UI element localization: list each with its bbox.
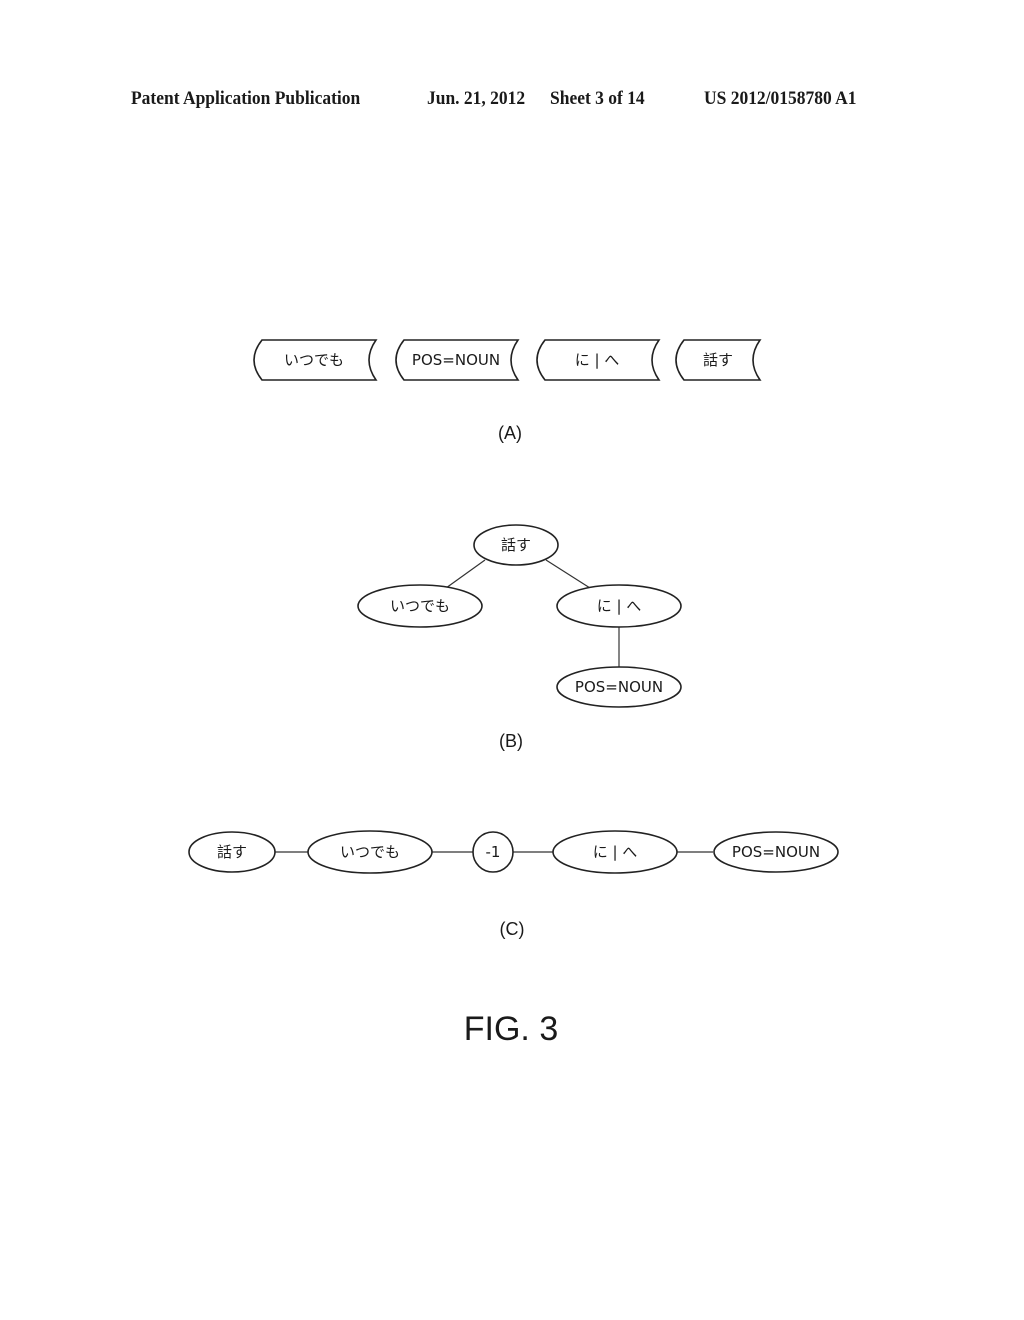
panel-c-label: (C) [500, 919, 525, 939]
tree-node-grandchild: POS=NOUN [556, 666, 682, 708]
node-label: POS=NOUN [732, 843, 820, 861]
chain-node-4: に | へ [552, 830, 678, 874]
panel-b-label: (B) [499, 731, 523, 751]
chain-node-5: POS=NOUN [713, 831, 839, 873]
node-label: POS=NOUN [575, 678, 663, 696]
node-label: に | へ [597, 597, 642, 615]
node-label: 話す [217, 843, 247, 861]
token-label: POS=NOUN [412, 351, 500, 369]
panel-a: いつでも POS=NOUN に | へ 話す (A) [253, 339, 762, 443]
panel-b: 話す いつでも に | へ POS=NOUN (B) [357, 524, 682, 751]
node-label: いつでも [390, 597, 450, 615]
tree-node-right: に | へ [556, 584, 682, 628]
chain-node-1: 話す [188, 831, 276, 873]
token-box-1: いつでも [253, 339, 378, 381]
node-label: -1 [486, 843, 501, 861]
node-label: いつでも [340, 843, 400, 861]
tree-edge-root-right [545, 559, 591, 589]
figure-3-diagram: いつでも POS=NOUN に | へ 話す (A) 話す いつでも に | へ… [188, 339, 839, 1048]
tree-node-root: 話す [473, 524, 559, 566]
chain-node-2: いつでも [307, 830, 433, 874]
tree-node-left: いつでも [357, 584, 483, 628]
token-label: に | へ [575, 351, 620, 369]
token-label: 話す [703, 351, 733, 369]
token-box-3: に | へ [536, 339, 661, 381]
chain-node-3: -1 [472, 831, 514, 873]
token-box-2: POS=NOUN [395, 339, 520, 381]
node-label: 話す [501, 536, 531, 554]
panel-c: 話す いつでも -1 に | へ POS=NOUN (C) [188, 830, 839, 939]
panel-a-label: (A) [498, 423, 522, 443]
tree-edge-root-left [445, 559, 486, 589]
token-label: いつでも [284, 351, 344, 369]
figure-label: FIG. 3 [464, 1010, 558, 1048]
node-label: に | へ [593, 843, 638, 861]
token-box-4: 話す [675, 339, 762, 381]
